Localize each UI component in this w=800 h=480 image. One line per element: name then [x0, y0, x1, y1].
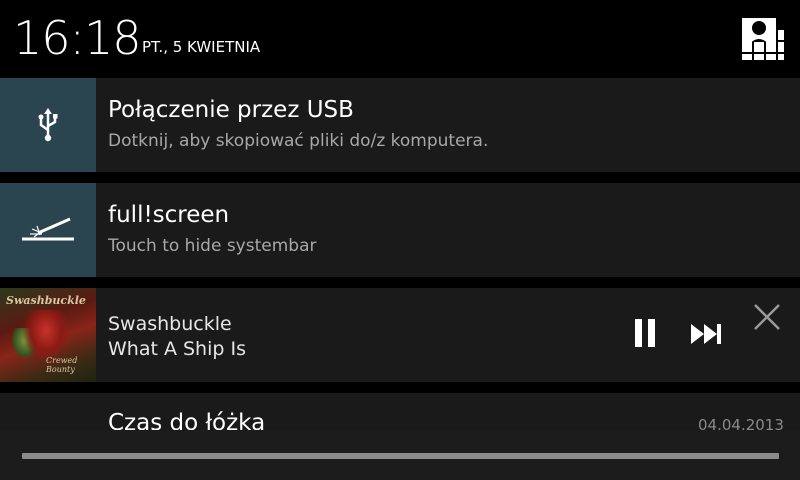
media-notification[interactable]: Swashbuckle Crewed Bounty Swashbuckle Wh…: [0, 288, 800, 382]
pause-button[interactable]: [632, 316, 660, 350]
close-icon: [754, 304, 780, 330]
album-ship: [22, 310, 70, 362]
fullscreen-notification[interactable]: full!screen Touch to hide systembar: [0, 183, 800, 277]
usb-notification[interactable]: Połączenie przez USB Dotknij, aby skopio…: [0, 78, 800, 172]
media-track: What A Ship Is: [108, 338, 246, 360]
fullscreen-icon-box: [0, 183, 96, 277]
fullscreen-icon: [22, 217, 74, 241]
next-track-button[interactable]: [688, 320, 724, 348]
notification-shade: 16:18 PT., 5 KWIETNIA Połączenie przez U…: [0, 0, 800, 480]
pause-icon: [635, 319, 655, 347]
shade-drag-handle[interactable]: [22, 453, 779, 459]
notification-title: full!screen: [108, 202, 230, 228]
media-artist: Swashbuckle: [108, 313, 232, 335]
notification-title: Połączenie przez USB: [108, 97, 354, 123]
usb-icon-box: [0, 78, 96, 172]
quick-settings-button[interactable]: [738, 14, 784, 60]
notification-text: Dotknij, aby skopiować pliki do/z komput…: [108, 131, 489, 151]
album-band-text: Swashbuckle: [6, 294, 86, 307]
status-header: 16:18 PT., 5 KWIETNIA: [0, 0, 800, 76]
user-grid-icon: [742, 18, 784, 60]
usb-icon: [38, 108, 58, 142]
clock[interactable]: 16:18: [13, 10, 142, 66]
date-label[interactable]: PT., 5 KWIETNIA: [142, 38, 260, 56]
album-art: Swashbuckle Crewed Bounty: [0, 288, 96, 382]
next-track-icon: [691, 324, 721, 344]
dismiss-media-button[interactable]: [752, 302, 782, 332]
notification-text: Touch to hide systembar: [108, 236, 317, 256]
album-caption: Crewed Bounty: [46, 356, 78, 374]
